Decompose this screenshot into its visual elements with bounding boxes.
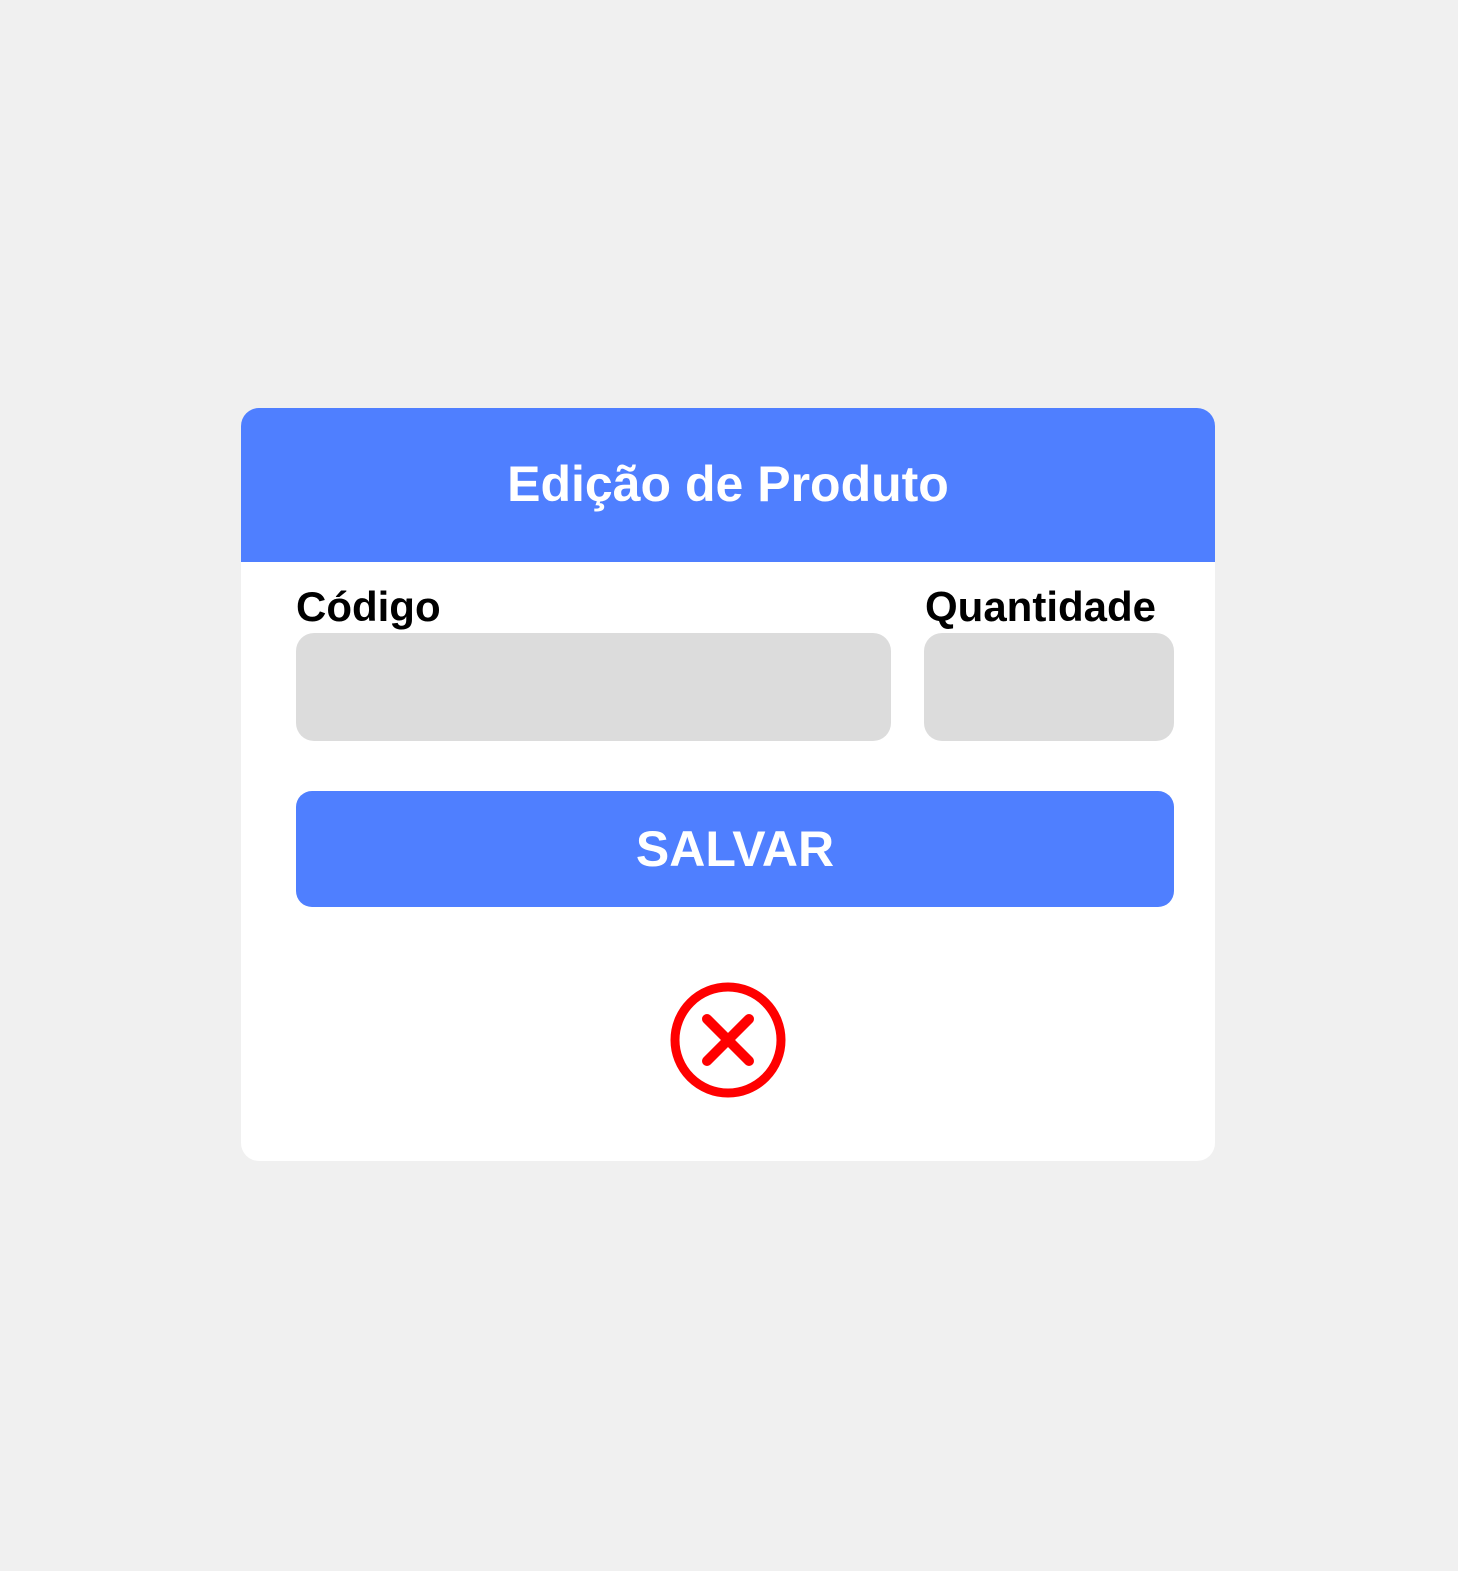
product-edit-dialog: Edição de Produto Código Quantidade SALV… [241,408,1215,1161]
dialog-title: Edição de Produto [507,456,949,512]
close-button[interactable] [669,981,787,1099]
dialog-header: Edição de Produto [241,408,1215,562]
save-button[interactable]: SALVAR [296,791,1174,907]
quantidade-label: Quantidade [925,583,1157,630]
codigo-label: Código [296,583,441,630]
close-circle-icon [670,982,786,1098]
quantidade-input[interactable] [924,633,1174,741]
codigo-input[interactable] [296,633,891,741]
